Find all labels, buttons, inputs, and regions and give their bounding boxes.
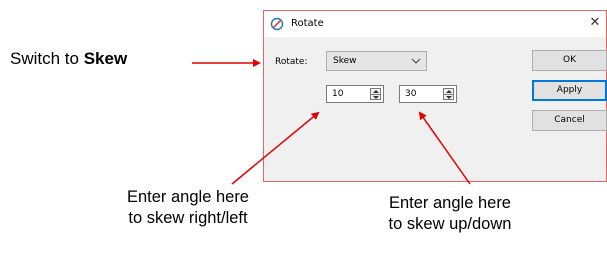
rotate-mode-value: Skew <box>333 56 357 66</box>
skew-horizontal-spinner[interactable] <box>370 88 381 100</box>
spinner-divider <box>371 94 380 95</box>
spinner-divider <box>444 94 453 95</box>
skew-horizontal-value[interactable]: 10 <box>332 89 343 99</box>
rotate-dialog: Rotate ✕ Rotate: Skew 10 30 OK Apply Can… <box>263 10 607 182</box>
spin-down-icon[interactable] <box>446 96 452 99</box>
close-icon[interactable]: ✕ <box>588 15 602 31</box>
chevron-down-icon <box>411 57 421 65</box>
skew-horizontal-stepper[interactable]: 10 <box>326 85 384 103</box>
spin-up-icon[interactable] <box>446 90 452 93</box>
skew-horizontal-callout: Enter angle here to skew right/left <box>113 187 263 229</box>
ok-button[interactable]: OK <box>532 50 607 71</box>
skew-vertical-callout: Enter angle here to skew up/down <box>375 193 525 235</box>
rotate-mode-select[interactable]: Skew <box>326 51 427 71</box>
callout-line: Enter angle here <box>388 194 511 212</box>
callout-line: to skew up/down <box>388 215 512 233</box>
dialog-titlebar[interactable]: Rotate ✕ <box>264 11 606 37</box>
callout-bold: Skew <box>83 49 128 68</box>
switch-to-skew-callout: Switch to Skew <box>10 49 127 69</box>
skew-vertical-spinner[interactable] <box>443 88 454 100</box>
callout-line: Enter angle here <box>126 188 249 206</box>
callout-prefix: Switch to <box>10 49 84 68</box>
spin-down-icon[interactable] <box>373 96 379 99</box>
rotate-mode-label: Rotate: <box>275 57 308 67</box>
skew-vertical-value[interactable]: 30 <box>405 89 416 99</box>
spin-up-icon[interactable] <box>373 90 379 93</box>
cancel-button[interactable]: Cancel <box>532 110 607 131</box>
callout-line: to skew right/left <box>128 209 248 227</box>
skew-vertical-stepper[interactable]: 30 <box>399 85 457 103</box>
dialog-title: Rotate <box>291 18 324 29</box>
apply-button[interactable]: Apply <box>532 80 607 101</box>
rotate-app-icon <box>270 17 284 31</box>
